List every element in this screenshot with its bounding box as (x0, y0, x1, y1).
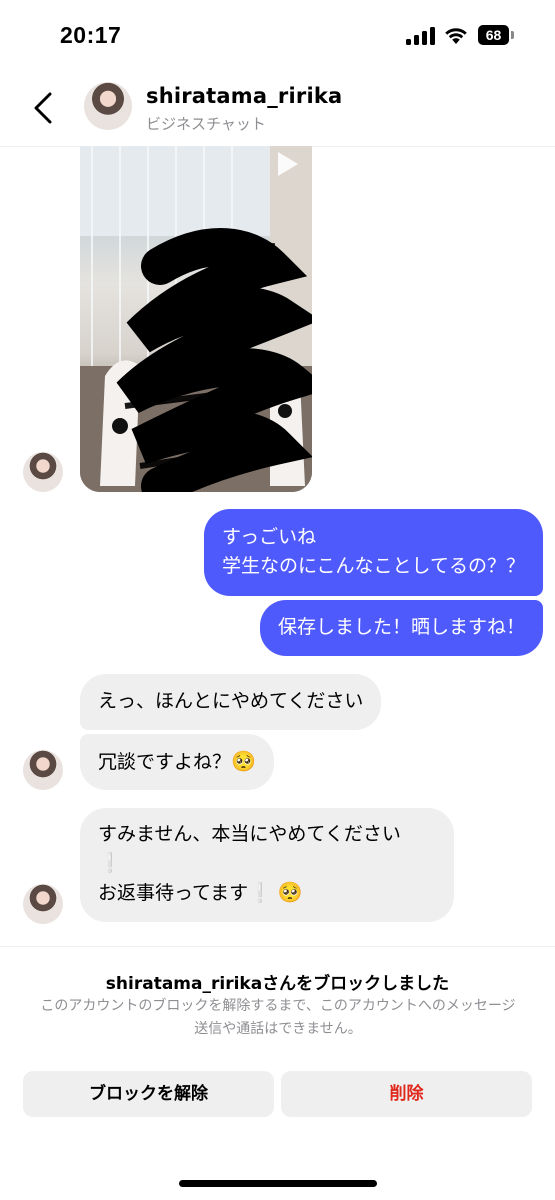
pleading-face-emoji: 🥺 (231, 749, 256, 773)
outgoing-message[interactable]: すっごいね 学生なのにこんなことしてるの？？ (203, 509, 543, 596)
message-text: すみません、本当にやめてください (98, 823, 401, 845)
home-indicator (179, 1180, 377, 1187)
message-line: すっごいね (221, 526, 317, 548)
message-line: 学生なのにこんなことしてるの？？ (221, 555, 525, 577)
outgoing-message[interactable]: 保存しました！晒しますね！ (259, 600, 543, 656)
sender-avatar[interactable] (23, 750, 63, 790)
chat-username[interactable]: shiratama_ririka (146, 84, 342, 108)
unblock-button[interactable]: ブロックを解除 (23, 1071, 274, 1117)
redacted-image (80, 146, 312, 492)
battery-level: 68 (478, 25, 509, 45)
cellular-signal-icon (406, 27, 436, 45)
block-divider (0, 946, 555, 947)
chevron-left-icon (34, 92, 52, 124)
incoming-message[interactable]: 冗談ですよね？🥺 (80, 734, 274, 790)
block-notice-description: このアカウントのブロックを解除するまで、このアカウントへのメッセージ送信や通話は… (40, 998, 516, 1037)
header-avatar[interactable] (84, 82, 132, 130)
delete-button[interactable]: 削除 (281, 1071, 532, 1117)
wifi-icon (444, 25, 468, 45)
chat-subtitle: ビジネスチャット (146, 115, 266, 133)
block-notice-title: shiratama_ririkaさんをブロックしました (105, 974, 450, 994)
message-text: お返事待ってます (98, 882, 249, 904)
sender-avatar[interactable] (23, 884, 63, 924)
shared-photo[interactable] (80, 146, 312, 492)
exclamation-emoji: ❕ (248, 882, 272, 904)
status-time: 20:17 (60, 22, 122, 48)
battery-icon: 68 (478, 25, 514, 45)
play-icon[interactable] (278, 152, 298, 176)
sender-avatar[interactable] (23, 452, 63, 492)
message-text: えっ、ほんとにやめてください (98, 690, 364, 712)
message-line: 保存しました！晒しますね！ (277, 616, 525, 638)
back-button[interactable] (26, 86, 66, 130)
message-text: 冗談ですよね？ (98, 751, 232, 773)
incoming-message[interactable]: えっ、ほんとにやめてください (80, 674, 382, 730)
exclamation-emoji: ❕ (98, 852, 122, 874)
incoming-message[interactable]: すみません、本当にやめてください ❕ お返事待ってます❕ 🥺 (80, 808, 454, 922)
pleading-face-emoji: 🥺 (277, 880, 303, 904)
